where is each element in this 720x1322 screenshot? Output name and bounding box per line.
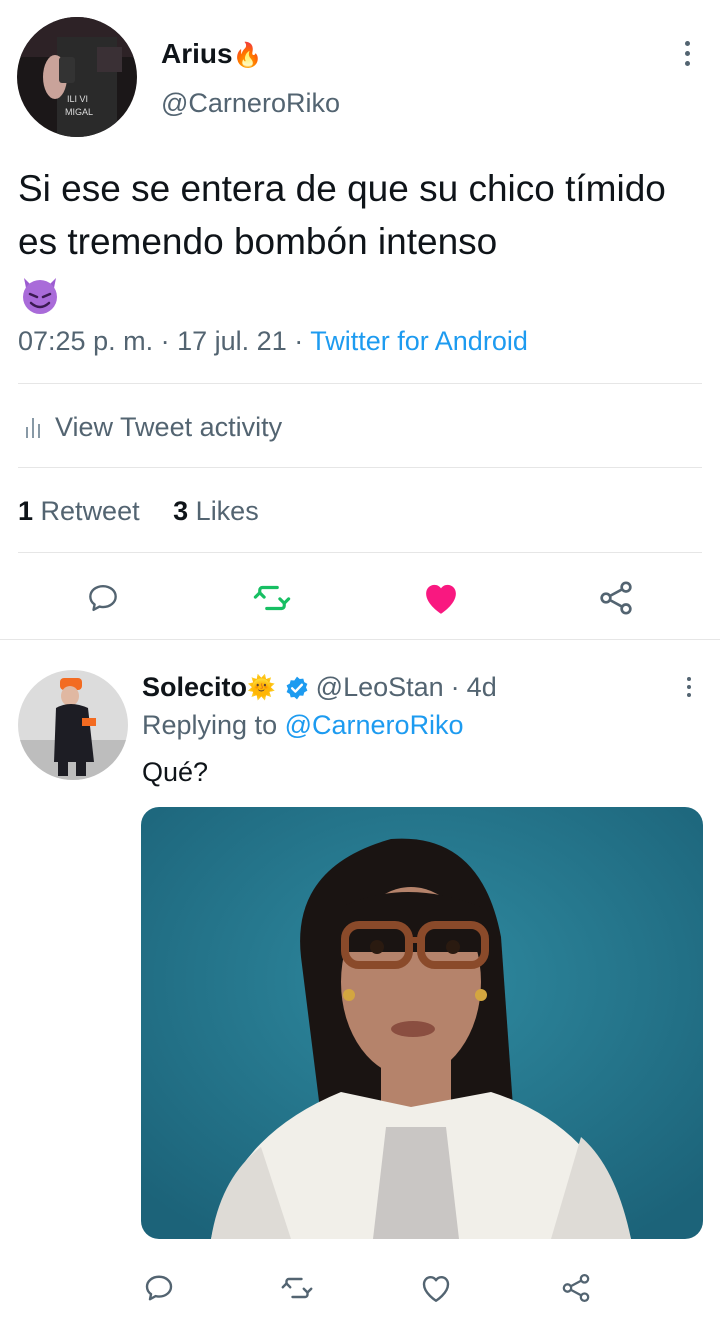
tweet-text: Si ese se entera de que su chico tímido …	[18, 162, 698, 330]
divider	[18, 552, 702, 553]
tweet-text-body: Si ese se entera de que su chico tímido …	[18, 168, 666, 262]
replying-prefix: Replying to	[142, 710, 278, 740]
tweet-date: 17 jul. 21	[177, 326, 287, 356]
share-icon	[562, 1273, 590, 1303]
reply-age: 4d	[466, 672, 497, 702]
meta-separator: ·	[294, 326, 304, 356]
reply-like-button[interactable]	[416, 1268, 456, 1308]
retweet-count: 1	[18, 496, 34, 526]
reply-retweet-button[interactable]	[277, 1268, 317, 1308]
sun-emoji: 🌞	[247, 674, 276, 700]
reply-author-avatar[interactable]	[18, 670, 128, 780]
author-avatar[interactable]: ILI VI MIGAL	[17, 17, 137, 137]
reply-handle[interactable]: @LeoStan	[316, 672, 444, 703]
tweet-meta: 07:25 p. m. · 17 jul. 21 · Twitter for A…	[18, 326, 528, 357]
tweet-source-link[interactable]: Twitter for Android	[310, 326, 528, 356]
fire-emoji: 🔥	[232, 42, 263, 69]
retweet-button[interactable]	[249, 575, 295, 621]
reply-display-name[interactable]: Solecito	[142, 672, 247, 703]
svg-text:ILI VI: ILI VI	[67, 94, 88, 104]
replying-to: Replying to @CarneroRiko	[142, 710, 464, 741]
reply-separator: ·	[450, 672, 460, 702]
more-vertical-icon[interactable]	[684, 41, 690, 66]
likes-count: 3	[173, 496, 189, 526]
retweets-stat[interactable]: 1 Retweet	[18, 496, 140, 526]
smiling-devil-emoji	[18, 272, 698, 330]
likes-label: Likes	[195, 496, 259, 526]
retweet-icon	[253, 585, 291, 611]
tweet-stats: 1 Retweet 3 Likes	[18, 496, 259, 527]
reply-more-vertical-icon[interactable]	[686, 677, 692, 697]
svg-text:MIGAL: MIGAL	[65, 107, 93, 117]
reply-media-image[interactable]	[141, 807, 703, 1239]
reply-share-button[interactable]	[556, 1268, 596, 1308]
reply-icon	[89, 584, 117, 612]
author-display-name: Arius	[161, 38, 233, 69]
heart-icon	[426, 584, 456, 614]
tweet-time: 07:25 p. m.	[18, 326, 154, 356]
heart-icon	[422, 1276, 450, 1302]
bar-chart-icon	[26, 418, 40, 438]
section-divider	[0, 639, 720, 640]
share-icon	[600, 581, 632, 615]
author-name[interactable]: Arius🔥	[161, 38, 262, 70]
reply-text: Qué?	[142, 757, 209, 787]
verified-badge-icon	[286, 676, 308, 699]
reply-header: Solecito 🌞 @LeoStan · 4d	[142, 672, 497, 703]
meta-separator: ·	[160, 326, 170, 356]
likes-stat[interactable]: 3 Likes	[173, 496, 259, 526]
share-button[interactable]	[593, 575, 639, 621]
replying-to-handle[interactable]: @CarneroRiko	[285, 710, 464, 740]
activity-label: View Tweet activity	[55, 411, 283, 442]
divider	[18, 467, 702, 468]
view-tweet-activity[interactable]: View Tweet activity	[24, 410, 282, 444]
reply-icon	[145, 1275, 173, 1301]
retweet-icon	[281, 1277, 313, 1299]
author-handle[interactable]: @CarneroRiko	[161, 88, 340, 119]
divider	[18, 383, 702, 384]
like-button[interactable]	[418, 575, 464, 621]
reply-reply-button[interactable]	[139, 1268, 179, 1308]
reply-button[interactable]	[80, 575, 126, 621]
retweet-label: Retweet	[40, 496, 140, 526]
